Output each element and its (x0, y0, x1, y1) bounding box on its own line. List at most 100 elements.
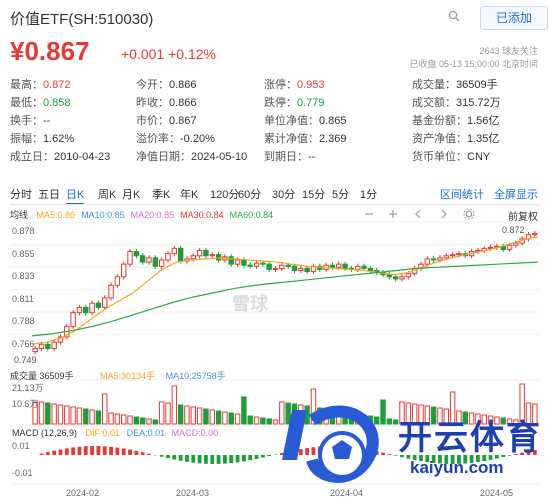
stat-value: 0.858 (43, 97, 71, 109)
stat-key: 基金份额： (412, 115, 467, 127)
tab-7[interactable]: 120分 (210, 186, 239, 204)
tab-8[interactable]: 60分 (238, 186, 261, 204)
ma-legend-item: MA5:0.86 (36, 210, 76, 220)
macd-bar (191, 455, 196, 463)
candle-body (519, 238, 525, 244)
macd-bar (121, 448, 126, 455)
candle-body (158, 259, 165, 267)
zoom-in-icon[interactable] (389, 210, 397, 218)
macd-bar (58, 449, 63, 455)
macd-bar (77, 446, 82, 455)
candle-body (361, 265, 367, 269)
candle-body (481, 247, 487, 251)
stat-value: -- (308, 151, 316, 163)
candle-body (177, 247, 184, 262)
volume-ma10: MA10:25758手 (165, 371, 226, 381)
adjust-select[interactable]: 前复权 (508, 208, 538, 223)
candle-body (76, 306, 83, 314)
volume-bar (152, 419, 159, 425)
candle-body (437, 257, 443, 261)
stat-item: 涨停：0.953 (264, 76, 325, 94)
settings-icon[interactable] (463, 208, 475, 220)
tab-3[interactable]: 周K (98, 186, 116, 204)
tab-6[interactable]: 年K (180, 186, 198, 204)
move-right-icon[interactable] (441, 209, 447, 219)
candle-body (57, 336, 64, 343)
tab-2[interactable]: 日K (66, 186, 85, 205)
added-button[interactable]: 已添加 (480, 6, 548, 30)
macd-value: MACD:0.00 (171, 428, 219, 438)
macd-bar (241, 455, 246, 462)
macd-bar (147, 453, 151, 455)
volume-bar (209, 409, 215, 425)
stat-item: 货币单位：CNY (412, 148, 490, 166)
market-status: 已收盘 05-13 15:00:00 北京时间 (409, 59, 538, 69)
volume-bar (139, 417, 146, 425)
candle-body (133, 251, 140, 257)
macd-bar (64, 448, 69, 455)
move-left-icon[interactable] (415, 209, 421, 219)
volume-ma5: MA5:30134手 (100, 371, 156, 381)
candle-body (127, 251, 133, 265)
stat-key: 到期日： (264, 151, 308, 163)
volume-bar (95, 410, 102, 425)
candle-body (64, 325, 70, 338)
macd-legend: MACD (12,26,9) DIF:0.01 DEA:0.01 MACD:0.… (12, 428, 218, 438)
candle-body (51, 341, 57, 350)
candle-body (367, 267, 374, 271)
candle-body (234, 259, 241, 265)
volume-bar (108, 412, 114, 425)
range-stats-button[interactable]: 区间统计 (440, 186, 484, 204)
macd-bar (166, 455, 170, 459)
stat-key: 成交量： (412, 79, 456, 91)
fullscreen-button[interactable]: 全屏显示 (494, 186, 538, 204)
search-icon[interactable] (448, 10, 460, 22)
tab-11[interactable]: 5分 (332, 186, 349, 204)
volume-bar (133, 416, 140, 425)
tab-1[interactable]: 五日 (38, 186, 60, 204)
stat-key: 累计净值： (264, 133, 319, 145)
stat-item: 跌停：0.779 (264, 94, 325, 112)
x-date-label: 2024-05 (480, 488, 514, 498)
tab-9[interactable]: 30分 (272, 186, 295, 204)
candle-body (190, 255, 197, 260)
tab-10[interactable]: 15分 (302, 186, 325, 204)
tab-0[interactable]: 分时 (10, 186, 32, 204)
candle-body (373, 269, 380, 274)
tab-divider (10, 204, 540, 205)
volume-bar (76, 407, 83, 425)
volume-bar (64, 405, 70, 425)
candle-body (89, 302, 95, 314)
macd-bar (52, 450, 57, 455)
macd-bar (229, 455, 234, 464)
macd-bar (128, 449, 132, 455)
volume-bar (260, 417, 266, 425)
candle-body (411, 267, 418, 275)
high-price-label: 0.872 (502, 225, 525, 235)
candle-body (209, 254, 215, 257)
stat-item: 昨收：0.866 (136, 94, 197, 112)
stat-item: 资产净值：1.35亿 (412, 130, 499, 148)
volume-bar (102, 393, 108, 425)
tab-4[interactable]: 月K (122, 186, 140, 204)
macd-bar (223, 455, 227, 464)
macd-bar (96, 446, 101, 455)
candle-body (348, 267, 355, 270)
stat-item: 换手：-- (10, 112, 50, 130)
volume-bar (222, 411, 228, 425)
volume-bar (241, 396, 247, 425)
candle-body (443, 255, 450, 259)
candle-body (279, 264, 285, 269)
stat-value: -0.20% (180, 133, 215, 145)
macd-bar (254, 455, 259, 459)
candle-body (525, 234, 532, 240)
candle-body (405, 273, 412, 278)
volume-bar (114, 413, 121, 425)
candle-body (152, 257, 159, 267)
stat-value: 1.62% (43, 133, 75, 145)
candle-body (95, 302, 102, 308)
stat-item: 单位净值：0.865 (264, 112, 347, 130)
stat-key: 跌停： (264, 97, 297, 109)
tab-5[interactable]: 季K (152, 186, 170, 204)
tab-12[interactable]: 1分 (360, 186, 377, 204)
